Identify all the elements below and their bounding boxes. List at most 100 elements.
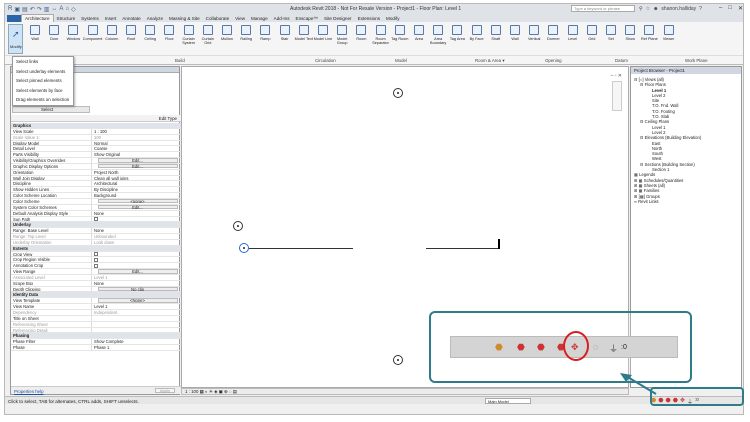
ribbon-tool-shaft[interactable]: Shaft <box>486 25 506 49</box>
minimize-icon[interactable]: – <box>719 5 722 12</box>
property-value[interactable]: Edit... <box>91 158 181 163</box>
select-menu-item[interactable]: Select underlay elements <box>13 67 73 77</box>
property-value[interactable]: Unbounded <box>91 234 181 239</box>
property-value[interactable] <box>91 327 181 333</box>
type-selector[interactable]: Edit Type <box>11 115 181 122</box>
tab-file[interactable] <box>7 15 21 22</box>
ribbon-tool-wall[interactable]: Wall <box>505 25 525 49</box>
ribbon-tool-by-face[interactable]: By Face <box>467 25 487 49</box>
modify-button[interactable]: ➚ Modify <box>8 24 23 54</box>
property-value[interactable]: <None> <box>91 298 181 304</box>
navigation-bar[interactable] <box>612 81 622 111</box>
property-row[interactable]: Phase Phase 1 <box>11 345 181 351</box>
ribbon-tool-model-text[interactable]: Model Text <box>294 25 314 49</box>
ribbon-tool-model-line[interactable]: Model Line <box>313 25 333 49</box>
tab-annotate[interactable]: Annotate <box>119 15 143 22</box>
property-value[interactable]: Show Original <box>91 152 181 158</box>
edit-type-button[interactable]: Edit Type <box>159 116 177 121</box>
property-edit-button[interactable]: Edit... <box>97 269 178 274</box>
tab-analyze[interactable]: Analyze <box>144 15 166 22</box>
print-icon[interactable]: ▥ <box>44 6 50 13</box>
ribbon-tool-tag-area[interactable]: Tag Area <box>447 25 467 49</box>
apply-button[interactable]: Apply <box>155 388 175 393</box>
revit-logo-icon[interactable]: R <box>8 6 12 12</box>
property-checkbox[interactable] <box>94 257 98 262</box>
property-value[interactable] <box>91 321 181 327</box>
measure-icon[interactable]: ↔ <box>51 6 57 12</box>
ribbon-tool-curtain-grid[interactable]: Curtain Grid <box>198 25 218 49</box>
level-marker-selected[interactable] <box>239 243 249 253</box>
select-panel-bar[interactable]: Select <box>12 106 90 113</box>
property-value[interactable]: Level 1 <box>91 274 181 280</box>
property-value[interactable] <box>91 251 181 257</box>
property-value[interactable]: None <box>91 280 181 286</box>
ribbon-tool-area[interactable]: Area <box>409 25 429 49</box>
undo-icon[interactable]: ↶ <box>30 6 35 13</box>
property-value[interactable]: <none> <box>91 198 181 204</box>
property-value[interactable]: Clean all wall joins <box>91 175 181 181</box>
elevation-marker-west[interactable] <box>233 221 243 231</box>
property-edit-button[interactable]: Edit... <box>97 204 178 210</box>
property-checkbox[interactable] <box>94 217 98 221</box>
ribbon-tool-vertical[interactable]: Vertical <box>524 25 544 49</box>
property-value[interactable]: Normal <box>91 140 181 146</box>
property-value[interactable]: 1 : 100 <box>91 128 181 134</box>
property-value[interactable]: Independent <box>91 310 181 315</box>
ribbon-tool-room-separator[interactable]: Room Separator <box>371 25 391 49</box>
property-value[interactable]: Edit... <box>91 204 181 210</box>
redo-icon[interactable]: ↷ <box>37 6 42 13</box>
property-value[interactable]: Look down <box>91 239 181 245</box>
tab-systems[interactable]: Systems <box>78 15 102 22</box>
ribbon-tool-viewer[interactable]: Viewer <box>659 25 679 49</box>
view-scale[interactable]: 1 : 100 <box>185 389 198 394</box>
property-value[interactable]: Edit... <box>91 269 181 274</box>
browser-node[interactable]: ∞ Revit Links <box>631 199 743 204</box>
property-value[interactable]: Edit... <box>91 163 181 169</box>
tab-insert[interactable]: Insert <box>102 15 120 22</box>
elevation-marker-south[interactable] <box>393 355 403 365</box>
property-value[interactable] <box>91 257 181 263</box>
property-value[interactable]: Phase 1 <box>91 345 181 350</box>
select-menu-item[interactable]: Select links <box>13 57 73 67</box>
property-value[interactable]: By Discipline <box>91 187 181 193</box>
property-value[interactable]: Coarse <box>91 146 181 152</box>
level-line-right[interactable] <box>426 248 498 249</box>
property-value[interactable]: Level 1 <box>91 304 181 309</box>
ribbon-tool-stair[interactable]: Stair <box>275 25 295 49</box>
property-value[interactable]: Architectural <box>91 181 181 187</box>
select-menu-item[interactable]: Select pinned elements <box>13 76 73 86</box>
search-input[interactable]: Type a keyword or phrase <box>571 5 635 12</box>
property-value[interactable]: Project North <box>91 169 181 175</box>
user-icon[interactable]: ☻ <box>653 6 658 12</box>
tab-extensions[interactable]: Extensions <box>355 15 383 22</box>
ribbon-tool-wall[interactable]: Wall <box>25 25 45 49</box>
elevation-marker-north[interactable] <box>393 88 403 98</box>
tab-manage[interactable]: Manage <box>248 15 271 22</box>
view-control-icons[interactable]: ▦ ◐ ☀ ◈ ▣ ⊕ ◌ ▤ <box>200 389 237 394</box>
property-checkbox[interactable] <box>94 263 98 268</box>
property-edit-button[interactable]: <none> <box>97 198 178 204</box>
binoculars-icon[interactable]: ⚲ <box>639 6 643 12</box>
ribbon-tool-window[interactable]: Window <box>63 25 83 49</box>
ribbon-tool-floor[interactable]: Floor <box>159 25 179 49</box>
ribbon-tool-level[interactable]: Level <box>563 25 583 49</box>
tab-modify[interactable]: Modify <box>383 15 403 22</box>
3d-view-icon[interactable]: ⌂ <box>65 6 69 12</box>
tab-collaborate[interactable]: Collaborate <box>203 15 233 22</box>
active-model-selector[interactable]: Main Model <box>485 398 531 404</box>
property-value[interactable]: None <box>91 228 181 234</box>
ribbon-tool-railing[interactable]: Railing <box>236 25 256 49</box>
property-checkbox[interactable] <box>94 252 98 257</box>
property-value[interactable] <box>91 263 181 269</box>
view-window-controls[interactable]: – ▫ ✕ <box>610 73 622 79</box>
tab-add-ins[interactable]: Add-Ins <box>271 15 293 22</box>
ribbon-tool-ceiling[interactable]: Ceiling <box>140 25 160 49</box>
ribbon-tool-column[interactable]: Column <box>102 25 122 49</box>
property-edit-button[interactable]: Edit... <box>97 163 178 169</box>
tab-view[interactable]: View <box>232 15 248 22</box>
ribbon-tool-show[interactable]: Show <box>620 25 640 49</box>
close-icon[interactable]: ✕ <box>738 5 743 12</box>
property-value[interactable]: None <box>91 210 181 216</box>
ribbon-tool-ramp[interactable]: Ramp <box>255 25 275 49</box>
property-value[interactable]: Show Complete <box>91 339 181 345</box>
